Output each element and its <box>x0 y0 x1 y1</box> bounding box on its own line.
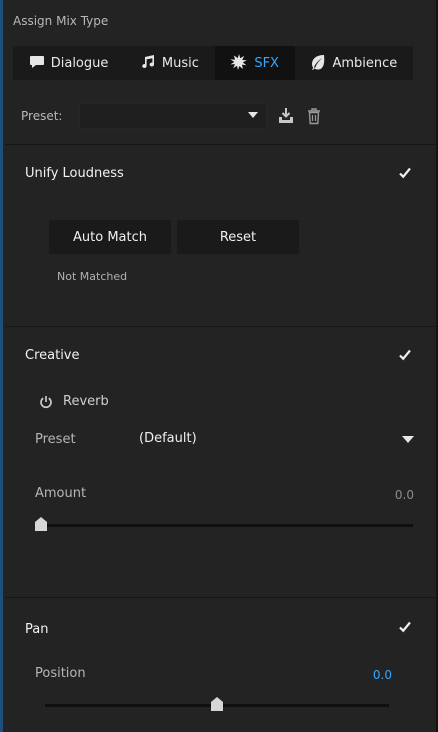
mix-type-tabbar: Dialogue Music SFX Ambience <box>13 46 413 80</box>
reverb-toggle[interactable]: Reverb <box>39 394 109 409</box>
mix-preset-dropdown[interactable] <box>79 103 267 129</box>
amount-value: 0.0 <box>394 488 414 502</box>
slider-thumb[interactable] <box>211 697 223 711</box>
slider-thumb[interactable] <box>35 517 47 531</box>
mix-preset-row: Preset: <box>21 102 323 130</box>
checkmark-icon <box>399 349 411 361</box>
reverb-preset-label: Preset <box>35 432 76 447</box>
unify-loudness-checkbox[interactable] <box>398 166 412 180</box>
section-divider <box>6 144 438 145</box>
preset-label: Preset: <box>21 109 63 123</box>
chevron-down-icon <box>402 436 414 443</box>
tab-label: Ambience <box>332 55 398 71</box>
creative-checkbox[interactable] <box>398 348 412 362</box>
leaf-icon <box>310 54 326 73</box>
amount-slider[interactable] <box>35 517 413 533</box>
auto-match-button[interactable]: Auto Match <box>49 220 171 254</box>
tab-label: Dialogue <box>50 55 109 71</box>
tab-sfx[interactable]: SFX <box>214 46 295 80</box>
power-icon <box>40 395 52 408</box>
slider-track <box>35 524 413 527</box>
checkmark-icon <box>399 167 411 179</box>
assign-mix-type-title: Assign Mix Type <box>13 14 109 28</box>
reset-button[interactable]: Reset <box>177 220 299 254</box>
tab-label: Music <box>161 55 199 71</box>
burst-icon <box>230 53 248 73</box>
pan-checkbox[interactable] <box>398 620 412 634</box>
essential-sound-panel: Assign Mix Type Dialogue Music SFX Ambie… <box>3 0 438 732</box>
checkmark-icon <box>399 621 411 633</box>
reverb-preset-value: (Default) <box>139 431 197 446</box>
speech-bubble-icon <box>29 55 45 72</box>
reverb-label: Reverb <box>63 394 109 409</box>
unify-loudness-title: Unify Loudness <box>25 166 124 181</box>
music-note-icon <box>140 54 156 73</box>
tab-music[interactable]: Music <box>124 46 214 80</box>
reverb-preset-dropdown[interactable]: (Default) <box>125 425 420 453</box>
position-label: Position <box>35 666 86 681</box>
pan-title: Pan <box>25 622 49 637</box>
match-status: Not Matched <box>57 270 128 283</box>
save-preset-icon[interactable] <box>277 107 295 125</box>
position-value: 0.0 <box>372 668 392 682</box>
amount-label: Amount <box>35 486 87 501</box>
chevron-down-icon <box>248 112 258 118</box>
tab-label: SFX <box>254 55 279 71</box>
tab-dialogue[interactable]: Dialogue <box>13 46 124 80</box>
trash-icon[interactable] <box>305 107 323 125</box>
section-divider <box>6 326 438 327</box>
section-divider <box>6 597 438 598</box>
creative-title: Creative <box>25 348 80 363</box>
tab-ambience[interactable]: Ambience <box>295 46 413 80</box>
pan-position-slider[interactable] <box>45 697 389 713</box>
